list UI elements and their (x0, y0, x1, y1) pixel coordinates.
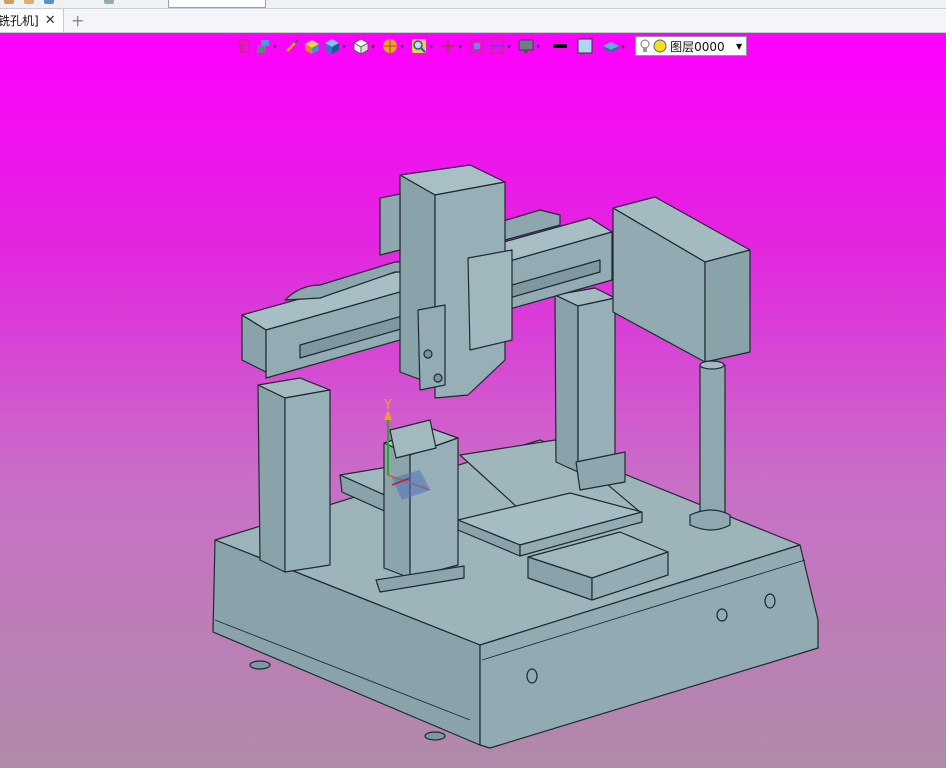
leveling-foot (249, 660, 271, 670)
quick-access-combo[interactable] (168, 0, 266, 8)
quick-access-icon[interactable] (104, 0, 114, 4)
y-axis-label: Y (383, 398, 392, 413)
new-tab-button[interactable]: + (71, 11, 84, 30)
close-tab-icon[interactable]: ✕ (45, 13, 56, 28)
3d-viewport[interactable]: ▾ ▾ ▾ ▾ ▾ ▾ ▾ ▾ ▾ 图层0000 ▼ Y (0, 33, 946, 768)
quick-access-icon[interactable] (24, 0, 34, 4)
quick-access-icon[interactable] (4, 0, 14, 4)
document-tab[interactable]: 铣孔机] ✕ (0, 9, 64, 32)
leveling-foot (424, 731, 446, 741)
control-box-post (699, 364, 726, 519)
3d-model[interactable]: Y (0, 33, 946, 768)
title-bar (0, 0, 946, 9)
document-tab-bar: 铣孔机] ✕ + (0, 9, 946, 33)
document-tab-label: 铣孔机] (0, 14, 39, 28)
quick-access-icon[interactable] (44, 0, 54, 4)
